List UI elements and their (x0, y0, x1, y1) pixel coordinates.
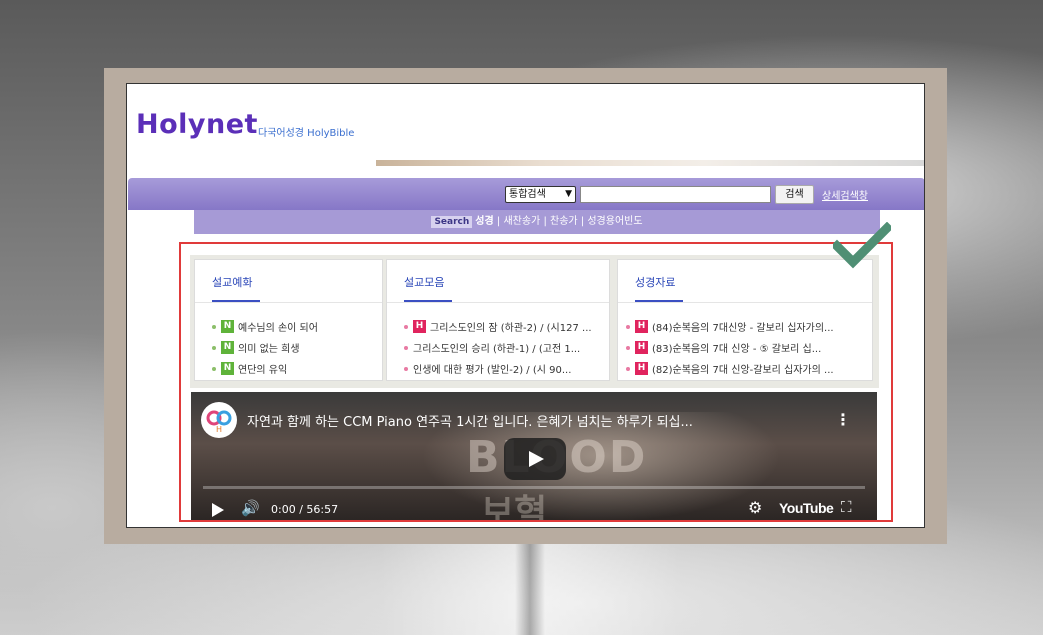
sub-navigation: Search 성경 | 새찬송가 | 찬송가 | 성경용어빈도 (194, 210, 880, 234)
subnav-item-hymns[interactable]: 찬송가 (550, 216, 578, 227)
subnav-item-bible[interactable]: 성경 (475, 216, 493, 227)
search-tag: Search (431, 216, 473, 228)
chevron-down-icon: ▼ (565, 189, 572, 199)
site-subtitle: 다국어성경 HolyBible (258, 128, 355, 139)
site-logo[interactable]: Holynet (136, 109, 258, 140)
search-bar: 통합검색 ▼ 검색 상세검색창 (128, 178, 924, 210)
header-banner (376, 86, 924, 166)
header-banner-image (376, 160, 924, 166)
highlight-box (179, 242, 893, 522)
search-input[interactable] (580, 186, 771, 203)
check-icon (833, 222, 891, 269)
search-type-select[interactable]: 통합검색 ▼ (505, 186, 576, 203)
advanced-search-link[interactable]: 상세검색창 (822, 187, 868, 202)
subnav-item-term-frequency[interactable]: 성경용어빈도 (587, 216, 642, 227)
subnav-item-new-hymns[interactable]: 새찬송가 (503, 216, 540, 227)
website-screenshot: Holynet 다국어성경 HolyBible 통합검색 ▼ 검색 상세검색창 … (126, 83, 925, 528)
search-type-value: 통합검색 (509, 189, 546, 200)
search-button[interactable]: 검색 (775, 185, 814, 204)
